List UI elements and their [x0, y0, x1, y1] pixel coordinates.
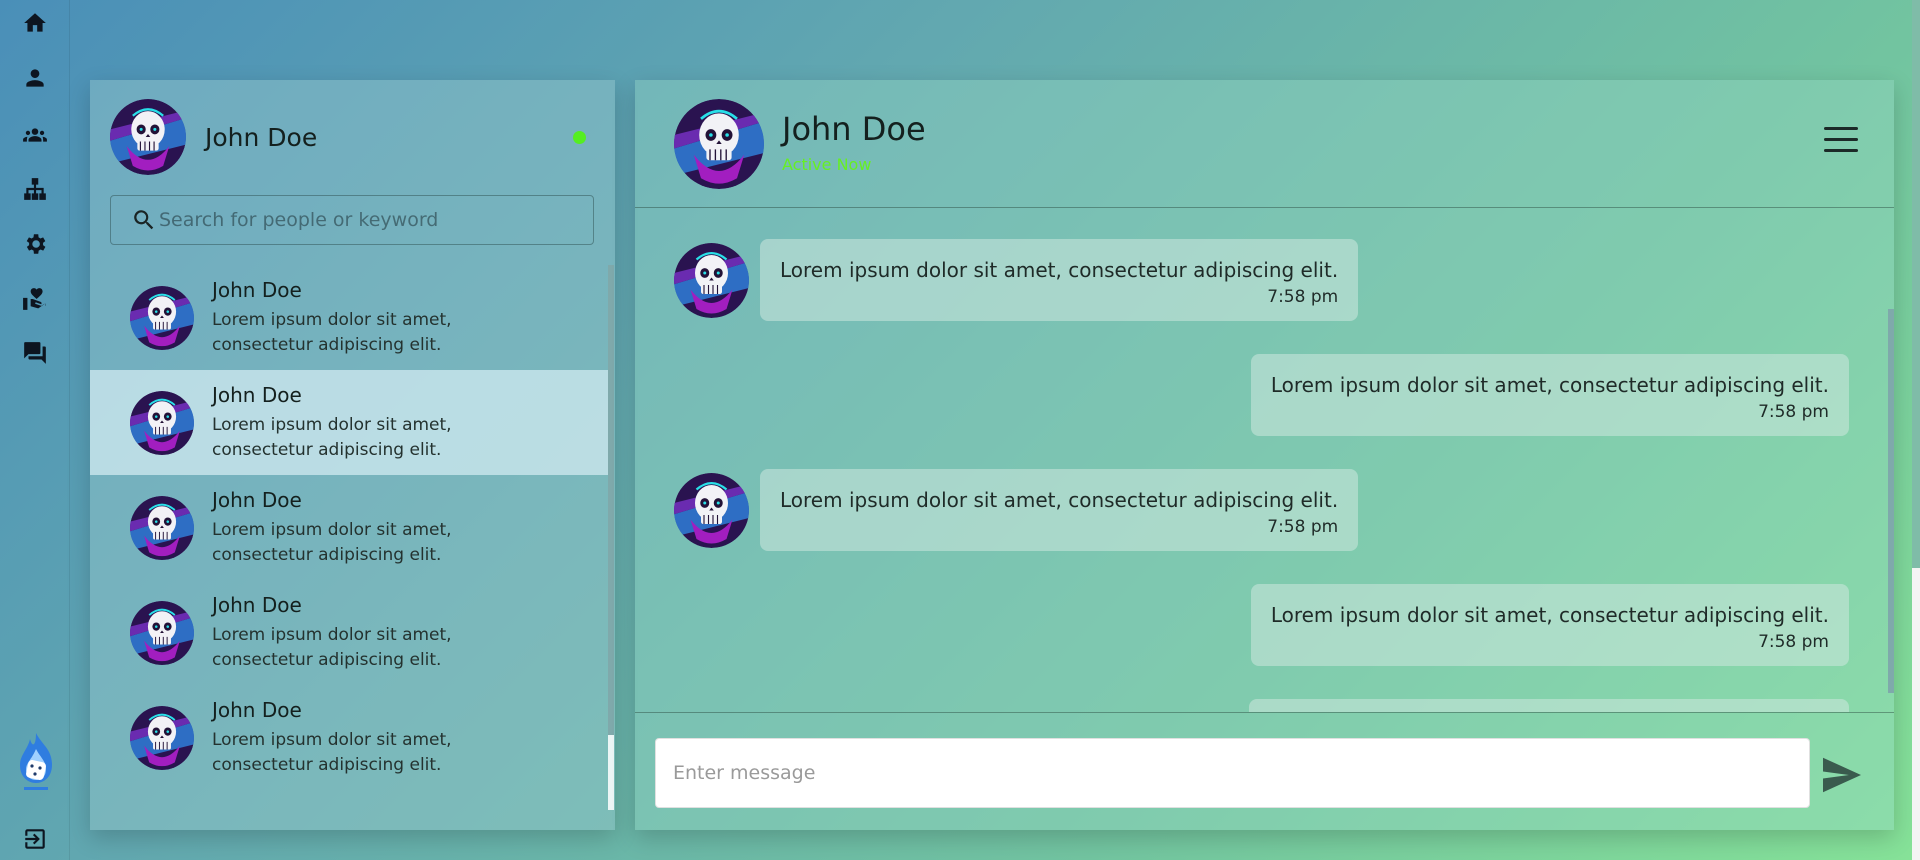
avatar — [130, 496, 194, 560]
message-list[interactable]: Lorem ipsum dolor sit amet, consectetur … — [635, 209, 1894, 713]
contact-name: John Doe — [212, 487, 302, 512]
contact-preview: Lorem ipsum dolor sit amet, consectetur … — [212, 624, 452, 670]
people-icon — [23, 128, 47, 142]
nav-rail — [0, 0, 70, 860]
nav-home-button[interactable] — [19, 7, 51, 39]
message-bubble: Lorem ipsum dolor sit amet, consectetur … — [1250, 584, 1849, 666]
search-input[interactable] — [159, 209, 579, 231]
contact-list-scrollbar[interactable] — [608, 265, 614, 810]
page-scrollbar[interactable] — [1912, 0, 1920, 860]
contact-name: John Doe — [212, 382, 302, 407]
avatar — [674, 473, 749, 548]
avatar — [130, 286, 194, 350]
message-time: 7:58 pm — [1267, 517, 1339, 537]
avatar — [130, 706, 194, 770]
app-logo — [16, 733, 56, 795]
message-received: Lorem ipsum dolor sit amet, consectetur … — [674, 469, 1359, 551]
gear-icon — [26, 234, 46, 254]
nav-messages-button[interactable] — [19, 337, 51, 369]
avatar — [674, 243, 749, 318]
logout-icon — [25, 829, 45, 849]
message-sent-partial — [1249, 699, 1849, 712]
contact-preview: Lorem ipsum dolor sit amet, consectetur … — [212, 414, 452, 460]
current-user-name: John Doe — [205, 122, 318, 152]
message-bubble: Lorem ipsum dolor sit amet, consectetur … — [760, 239, 1359, 321]
message-bubble: Lorem ipsum dolor sit amet, consectetur … — [1250, 354, 1849, 436]
avatar[interactable] — [110, 99, 186, 175]
chat-header: John Doe Active Now — [635, 80, 1894, 208]
chat-panel: John Doe Active Now Lorem ipsum dolor si… — [635, 80, 1894, 830]
chat-contact-status: Active Now — [782, 155, 872, 174]
contact-preview: Lorem ipsum dolor sit amet, consectetur … — [212, 309, 452, 355]
current-user-header: John Doe — [110, 99, 317, 175]
message-time: 7:58 pm — [1267, 287, 1339, 307]
nav-groups-button[interactable] — [19, 118, 51, 150]
chat-contact-name: John Doe — [782, 110, 926, 148]
contact-item[interactable]: John Doe Lorem ipsum dolor sit amet, con… — [90, 580, 608, 685]
search-icon — [134, 210, 154, 230]
contact-item[interactable]: John Doe Lorem ipsum dolor sit amet, con… — [90, 265, 608, 370]
message-text: Lorem ipsum dolor sit amet, consectetur … — [780, 488, 1339, 512]
nav-profile-button[interactable] — [19, 62, 51, 94]
message-text: Lorem ipsum dolor sit amet, consectetur … — [780, 258, 1339, 282]
avatar — [130, 601, 194, 665]
message-sent: Lorem ipsum dolor sit amet, consectetur … — [1250, 584, 1849, 666]
send-button[interactable] — [1820, 756, 1864, 794]
message-sent: Lorem ipsum dolor sit amet, consectetur … — [1250, 354, 1849, 436]
nav-donate-button[interactable] — [19, 283, 51, 315]
contacts-panel: John Doe John Doe Lorem ipsum dolor sit … — [90, 80, 615, 830]
message-text: Lorem ipsum dolor sit amet, consectetur … — [1270, 373, 1829, 397]
chat-icon — [24, 342, 46, 364]
contact-item[interactable]: John Doe Lorem ipsum dolor sit amet, con… — [90, 475, 608, 580]
contact-preview: Lorem ipsum dolor sit amet, consectetur … — [212, 519, 452, 565]
contact-list: John Doe Lorem ipsum dolor sit amet, con… — [90, 265, 608, 790]
nav-settings-button[interactable] — [19, 228, 51, 260]
person-icon — [26, 69, 44, 87]
sitemap-icon — [24, 178, 46, 200]
avatar — [130, 391, 194, 455]
message-list-scrollbar[interactable] — [1888, 309, 1894, 693]
message-bubble: Lorem ipsum dolor sit amet, consectetur … — [760, 469, 1359, 551]
hamburger-icon — [1824, 127, 1858, 130]
message-text: Lorem ipsum dolor sit amet, consectetur … — [1270, 603, 1829, 627]
chat-menu-button[interactable] — [1824, 127, 1860, 157]
contact-item-active[interactable]: John Doe Lorem ipsum dolor sit amet, con… — [90, 370, 608, 475]
send-icon — [1823, 757, 1861, 793]
search-box[interactable] — [110, 195, 594, 245]
nav-hierarchy-button[interactable] — [19, 173, 51, 205]
hand-heart-icon — [23, 288, 46, 310]
message-received: Lorem ipsum dolor sit amet, consectetur … — [674, 239, 1359, 321]
avatar[interactable] — [674, 99, 764, 189]
contact-preview: Lorem ipsum dolor sit amet, consectetur … — [212, 729, 452, 775]
message-input[interactable] — [673, 762, 1793, 784]
contact-name: John Doe — [212, 592, 302, 617]
flame-dice-logo — [20, 733, 52, 790]
message-time: 7:58 pm — [1758, 402, 1829, 422]
home-icon — [24, 13, 46, 32]
message-composer[interactable] — [655, 738, 1810, 808]
logout-button[interactable] — [19, 823, 51, 855]
contact-name: John Doe — [212, 277, 302, 302]
contact-item[interactable]: John Doe Lorem ipsum dolor sit amet, con… — [90, 685, 608, 790]
message-time: 7:58 pm — [1758, 632, 1829, 652]
contact-name: John Doe — [212, 697, 302, 722]
online-status-dot — [573, 131, 586, 144]
message-bubble — [1249, 699, 1849, 712]
